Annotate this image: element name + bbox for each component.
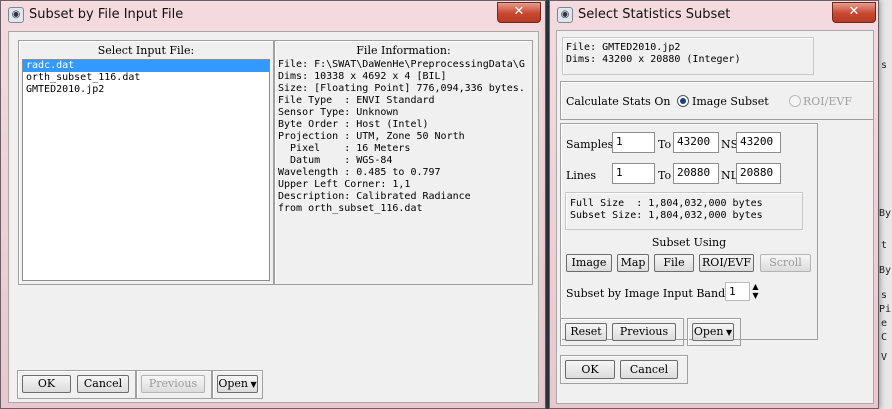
list-item[interactable]: radc.dat [23, 60, 269, 72]
roi-evf-radio[interactable] [789, 95, 801, 107]
file-list[interactable]: radc.dat orth_subset_116.dat GMTED2010.j… [22, 59, 270, 281]
info-line: Description: Calibrated Radiance [278, 191, 471, 202]
info-line: Pixel : 16 Meters [278, 143, 411, 154]
calculate-stats-label: Calculate Stats On [566, 95, 671, 108]
spin-down-icon[interactable]: ▼ [750, 291, 761, 300]
file-information-text[interactable]: File: F:\SWAT\DaWenHe\PreprocessingData\… [278, 59, 528, 279]
background-fragment: s [881, 60, 888, 71]
window-title: Subset by File Input File [29, 7, 184, 22]
cancel-button[interactable]: Cancel [620, 360, 678, 379]
subset-roi-evf-button[interactable]: ROI/EVF [699, 254, 754, 272]
info-line: Upper Left Corner: 1,1 [278, 179, 411, 190]
subset-using-label: Subset Using [651, 236, 727, 249]
window-body: File: GMTED2010.jp2 Dims: 43200 x 20880 … [556, 30, 874, 404]
file-information-header: File Information: [356, 44, 451, 57]
select-statistics-subset-window: ◉ Select Statistics Subset ✕ File: GMTED… [549, 0, 879, 409]
subset-map-button[interactable]: Map [617, 254, 649, 272]
band-input[interactable]: 1 [725, 282, 750, 301]
samples-to-input[interactable]: 43200 [673, 132, 719, 153]
file-info-line: Dims: 43200 x 20880 (Integer) [566, 54, 741, 65]
background-fragment: s [881, 290, 888, 301]
background-fragment: C [881, 332, 888, 343]
lines-from-input[interactable]: 1 [612, 163, 655, 184]
list-item[interactable]: GMTED2010.jp2 [23, 84, 269, 96]
size-info-box: Full Size : 1,804,032,000 bytes Subset S… [565, 192, 803, 230]
close-button[interactable]: ✕ [832, 2, 876, 23]
roi-evf-label: ROI/EVF [803, 95, 852, 108]
info-line: Byte Order : Host (Intel) [278, 119, 429, 130]
size-line: Full Size : 1,804,032,000 bytes [570, 198, 763, 209]
background-fragment: By [879, 208, 892, 219]
dialog-button-group: OK Cancel [17, 370, 136, 399]
open-label: Open [693, 325, 724, 338]
background-fragment: Pi [879, 304, 892, 315]
ns-input[interactable]: 43200 [736, 132, 781, 153]
file-info-line: File: GMTED2010.jp2 [566, 42, 681, 53]
select-input-panel: Select Input File: radc.dat orth_subset_… [18, 40, 274, 285]
info-line: Dims: 10338 x 4692 x 4 [BIL] [278, 71, 447, 82]
file-information-panel: File Information: File: F:\SWAT\DaWenHe\… [274, 40, 533, 285]
app-icon: ◉ [8, 7, 24, 23]
previous-button[interactable]: Previous [141, 375, 205, 393]
info-line: Datum : WGS-84 [278, 155, 393, 166]
reset-button[interactable]: Reset [565, 323, 607, 341]
reset-previous-group: Reset Previous [560, 318, 684, 346]
background-fragment: e [881, 318, 888, 329]
background-fragment: t [881, 240, 888, 251]
subset-scroll-button[interactable]: Scroll [760, 254, 811, 272]
open-button-group: Open ▼ [212, 370, 263, 399]
info-line: File Type : ENVI Standard [278, 95, 435, 106]
lines-to-input[interactable]: 20880 [673, 163, 719, 184]
file-info-box: File: GMTED2010.jp2 Dims: 43200 x 20880 … [560, 35, 864, 77]
background-fragment: By [879, 265, 892, 276]
ok-button[interactable]: OK [565, 360, 615, 379]
samples-from-input[interactable]: 1 [612, 132, 655, 153]
samples-label: Samples [566, 138, 614, 151]
open-menu-button[interactable]: Open ▼ [692, 323, 734, 341]
band-spinner[interactable]: ▲ ▼ [750, 282, 761, 301]
title-bar[interactable]: ◉ Subset by File Input File ✕ [1, 1, 545, 29]
info-line: Projection : UTM, Zone 50 North [278, 131, 465, 142]
size-line: Subset Size: 1,804,032,000 bytes [570, 210, 763, 221]
radio-selected-dot [680, 98, 686, 104]
info-line: Wavelength : 0.485 to 0.797 [278, 167, 441, 178]
subset-image-button[interactable]: Image [566, 254, 612, 272]
spatial-subset-panel: Samples 1 To 43200 NS 43200 Lines 1 To 2… [560, 123, 818, 340]
previous-button[interactable]: Previous [612, 323, 676, 341]
info-line: File: F:\SWAT\DaWenHe\PreprocessingData\… [278, 59, 525, 70]
background-fragment: V [881, 352, 888, 363]
image-subset-label: Image Subset [692, 95, 769, 108]
list-item[interactable]: orth_subset_116.dat [23, 72, 269, 84]
previous-button-group: Previous [136, 370, 212, 399]
open-button-group: Open ▼ [687, 318, 741, 346]
background-window-edge: s By t By s Pi e C V [878, 0, 892, 409]
band-label: Subset by Image Input Band [566, 287, 726, 300]
dialog-button-group: OK Cancel [560, 355, 688, 384]
spin-up-icon[interactable]: ▲ [750, 282, 761, 291]
cancel-button[interactable]: Cancel [77, 375, 129, 393]
dropdown-arrow-icon: ▼ [247, 380, 257, 389]
open-label: Open [218, 377, 248, 390]
info-line: Sensor Type: Unknown [278, 107, 399, 118]
window-body: Select Input File: radc.dat orth_subset_… [8, 31, 539, 403]
select-input-header: Select Input File: [97, 44, 195, 57]
app-icon: ◉ [557, 7, 573, 23]
close-button[interactable]: ✕ [497, 2, 541, 23]
lines-to-label: To [658, 169, 672, 182]
ok-button[interactable]: OK [22, 375, 71, 393]
nl-input[interactable]: 20880 [736, 163, 781, 184]
dropdown-arrow-icon: ▼ [723, 328, 733, 337]
samples-to-label: To [658, 138, 672, 151]
lines-label: Lines [566, 169, 597, 182]
info-line: from orth_subset_116.dat [278, 203, 423, 214]
window-title: Select Statistics Subset [578, 7, 731, 22]
calculate-stats-panel: Calculate Stats On Image Subset ROI/EVF [560, 81, 874, 120]
info-line: Size: [Floating Point] 776,094,336 bytes… [278, 83, 525, 94]
title-bar[interactable]: ◉ Select Statistics Subset ✕ [550, 1, 878, 29]
image-subset-radio[interactable] [677, 95, 689, 107]
open-menu-button[interactable]: Open ▼ [217, 375, 258, 393]
subset-file-button[interactable]: File [654, 254, 694, 272]
subset-by-file-window: ◉ Subset by File Input File ✕ Select Inp… [0, 0, 546, 409]
